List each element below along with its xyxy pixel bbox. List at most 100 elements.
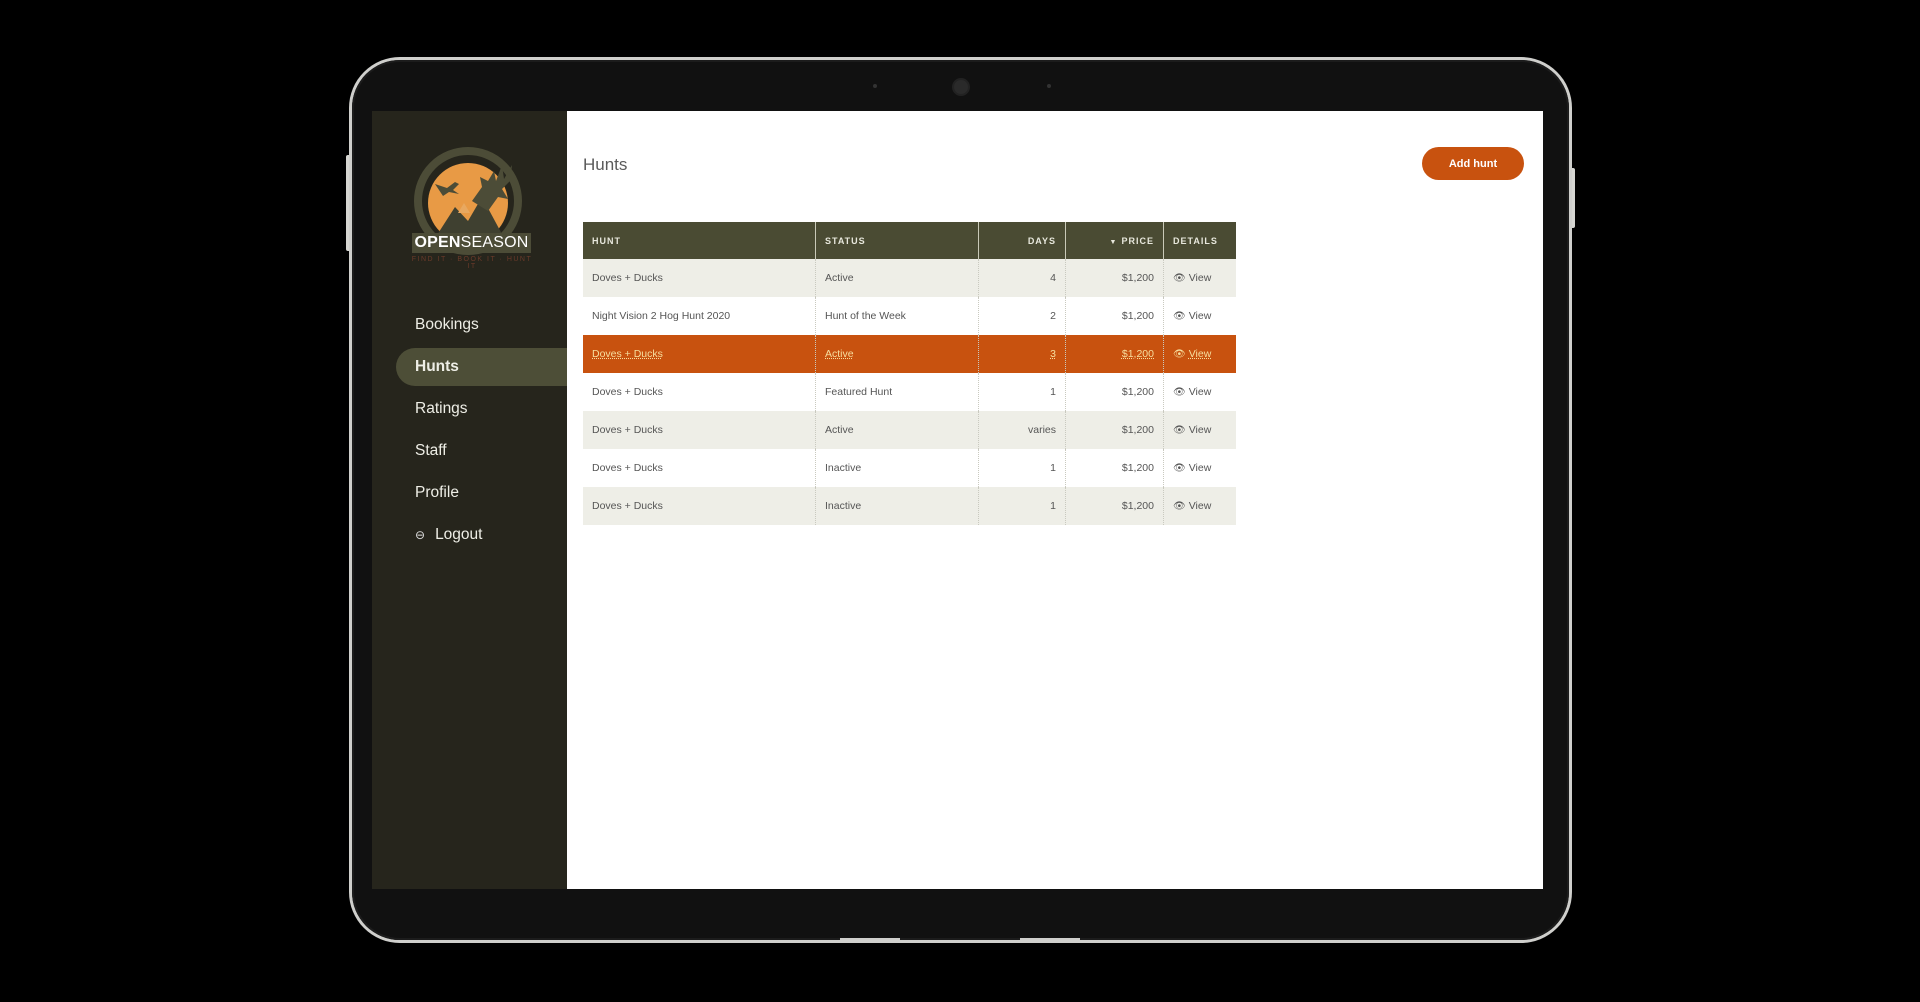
sidebar-item-label: Hunts	[415, 358, 459, 375]
cell-status: Featured Hunt	[815, 373, 979, 411]
view-label: View	[1188, 462, 1212, 474]
brand-wordmark: OPENSEASON	[412, 233, 531, 253]
sidebar-item-label: Profile	[415, 484, 459, 501]
view-label: View	[1188, 386, 1212, 398]
cell-price: $1,200	[1065, 297, 1164, 335]
table-row[interactable]: Doves + Ducks Inactive 1 $1,200 👁 View	[583, 449, 1236, 487]
view-link[interactable]: 👁 View	[1173, 500, 1211, 512]
view-label: View	[1188, 272, 1212, 284]
cell-status: Active	[815, 411, 979, 449]
device-sensor	[1047, 84, 1051, 88]
cell-days: 1	[978, 449, 1066, 487]
table-body: Doves + Ducks Active 4 $1,200 👁 View Night Vis…	[583, 259, 1236, 525]
cell-status: Inactive	[815, 449, 979, 487]
sidebar-item-logout[interactable]: ⊖ Logout	[396, 516, 567, 554]
column-header-days[interactable]: DAYS	[978, 222, 1066, 259]
app-screen: OPENSEASON FIND IT · BOOK IT · HUNT IT B…	[372, 111, 1543, 889]
device-side-button-right	[1570, 168, 1575, 228]
table-row[interactable]: Doves + Ducks Inactive 1 $1,200 👁 View	[583, 487, 1236, 525]
sidebar-item-profile[interactable]: Profile	[396, 474, 567, 512]
cell-price: $1,200	[1065, 373, 1164, 411]
eye-icon: 👁	[1173, 311, 1186, 322]
cell-status: Hunt of the Week	[815, 297, 979, 335]
view-link[interactable]: 👁 View	[1173, 348, 1211, 360]
cell-status: Active	[815, 259, 979, 297]
cell-hunt: Doves + Ducks	[583, 335, 816, 373]
table-row-selected[interactable]: Doves + Ducks Active 3 $1,200 👁 View	[583, 335, 1236, 373]
view-link[interactable]: 👁 View	[1173, 462, 1211, 474]
hunts-table: HUNT STATUS DAYS ▼ PRICE DETAILS Doves + …	[583, 222, 1236, 525]
logout-icon: ⊖	[415, 528, 426, 542]
cell-days: 3	[978, 335, 1066, 373]
sidebar-item-label: Bookings	[415, 316, 479, 333]
cell-price: $1,200	[1065, 487, 1164, 525]
cell-details: 👁 View	[1163, 411, 1236, 449]
eye-icon: 👁	[1173, 349, 1186, 360]
sidebar-item-bookings[interactable]: Bookings	[396, 306, 567, 344]
add-hunt-button[interactable]: Add hunt	[1422, 147, 1524, 180]
sort-descending-icon: ▼	[1109, 238, 1118, 246]
table-row[interactable]: Doves + Ducks Active 4 $1,200 👁 View	[583, 259, 1236, 297]
brand-name-rest: SEASON	[460, 234, 529, 251]
camera-icon	[954, 80, 968, 94]
cell-hunt: Doves + Ducks	[583, 373, 816, 411]
sidebar-item-label: Staff	[415, 442, 447, 459]
view-label: View	[1188, 424, 1212, 436]
device-sensor	[873, 84, 877, 88]
table-row[interactable]: Doves + Ducks Active varies $1,200 👁 View	[583, 411, 1236, 449]
column-header-status[interactable]: STATUS	[815, 222, 979, 259]
table-row[interactable]: Night Vision 2 Hog Hunt 2020 Hunt of the …	[583, 297, 1236, 335]
sidebar-item-hunts[interactable]: Hunts	[396, 348, 567, 386]
view-link[interactable]: 👁 View	[1173, 272, 1211, 284]
cell-status: Active	[815, 335, 979, 373]
cell-details: 👁 View	[1163, 335, 1236, 373]
brand-name-bold: OPEN	[414, 234, 461, 251]
view-link[interactable]: 👁 View	[1173, 424, 1211, 436]
column-header-hunt[interactable]: HUNT	[583, 222, 816, 259]
cell-hunt: Doves + Ducks	[583, 487, 816, 525]
cell-details: 👁 View	[1163, 259, 1236, 297]
main-content: Hunts Add hunt HUNT STATUS DAYS ▼ PRICE D…	[567, 111, 1543, 889]
view-label: View	[1188, 310, 1212, 322]
cell-price: $1,200	[1065, 449, 1164, 487]
cell-status: Inactive	[815, 487, 979, 525]
sidebar-item-ratings[interactable]: Ratings	[396, 390, 567, 428]
eye-icon: 👁	[1173, 501, 1186, 512]
cell-days: 1	[978, 487, 1066, 525]
cell-details: 👁 View	[1163, 297, 1236, 335]
cell-hunt: Doves + Ducks	[583, 449, 816, 487]
cell-days: 2	[978, 297, 1066, 335]
device-foot-right	[1020, 938, 1080, 943]
sidebar: OPENSEASON FIND IT · BOOK IT · HUNT IT B…	[372, 111, 567, 889]
table-header-row: HUNT STATUS DAYS ▼ PRICE DETAILS	[583, 222, 1236, 259]
column-header-price[interactable]: ▼ PRICE	[1065, 222, 1164, 259]
device-foot-left	[840, 938, 900, 943]
cell-price: $1,200	[1065, 335, 1164, 373]
brand-tagline: FIND IT · BOOK IT · HUNT IT	[411, 256, 533, 270]
cell-details: 👁 View	[1163, 449, 1236, 487]
cell-days: 4	[978, 259, 1066, 297]
column-header-label: PRICE	[1121, 235, 1154, 246]
cell-hunt: Doves + Ducks	[583, 259, 816, 297]
cell-price: $1,200	[1065, 411, 1164, 449]
view-label: View	[1188, 500, 1212, 512]
sidebar-item-label: Ratings	[415, 400, 468, 417]
sidebar-item-label: Logout	[435, 526, 483, 543]
eye-icon: 👁	[1173, 387, 1186, 398]
column-header-details: DETAILS	[1163, 222, 1236, 259]
table-row[interactable]: Doves + Ducks Featured Hunt 1 $1,200 👁 View	[583, 373, 1236, 411]
sidebar-nav: Bookings Hunts Ratings Staff Profile ⊖ Lo…	[372, 306, 567, 558]
eye-icon: 👁	[1173, 463, 1186, 474]
page-title: Hunts	[583, 155, 628, 174]
sidebar-item-staff[interactable]: Staff	[396, 432, 567, 470]
eye-icon: 👁	[1173, 425, 1186, 436]
cell-price: $1,200	[1065, 259, 1164, 297]
cell-hunt: Doves + Ducks	[583, 411, 816, 449]
eye-icon: 👁	[1173, 273, 1186, 284]
cell-details: 👁 View	[1163, 373, 1236, 411]
cell-hunt: Night Vision 2 Hog Hunt 2020	[583, 297, 816, 335]
view-link[interactable]: 👁 View	[1173, 386, 1211, 398]
cell-days: varies	[978, 411, 1066, 449]
device-side-button-left	[346, 155, 351, 251]
view-link[interactable]: 👁 View	[1173, 310, 1211, 322]
